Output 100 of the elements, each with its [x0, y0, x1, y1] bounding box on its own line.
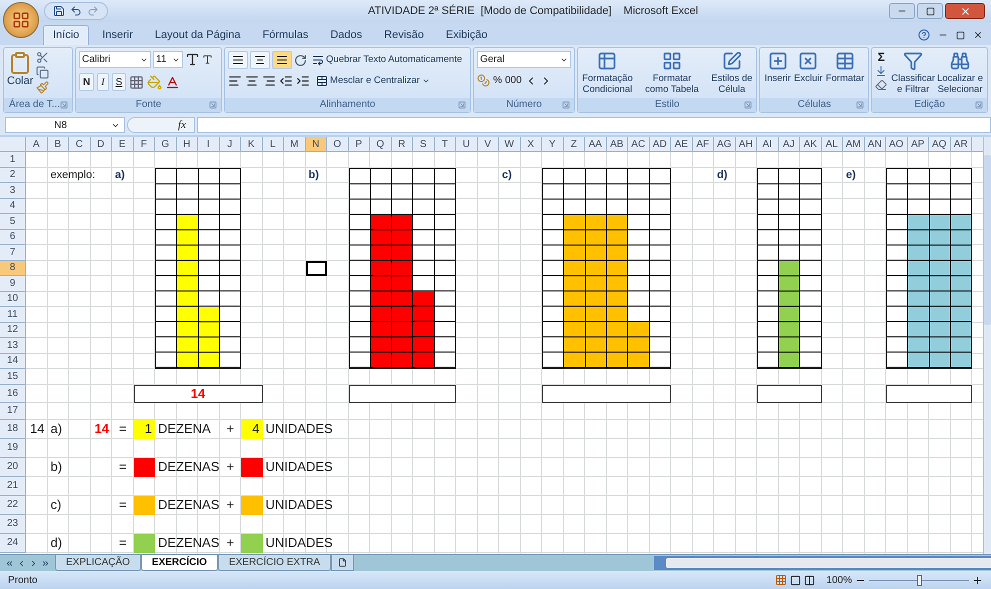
column-header[interactable]: M [284, 137, 306, 152]
page-layout-icon[interactable] [790, 574, 802, 586]
number-format-field[interactable]: Geral [477, 51, 572, 68]
column-header[interactable]: U [456, 137, 478, 152]
column-header[interactable]: AQ [929, 137, 950, 152]
close-icon[interactable] [973, 30, 983, 40]
next-sheet-icon[interactable] [29, 558, 38, 568]
ribbon-button[interactable]: Localizar e Selecionar [936, 51, 984, 98]
sheet-tab[interactable]: EXPLICAÇÃO [55, 555, 141, 571]
row-header[interactable]: 17 [0, 402, 26, 420]
column-header[interactable]: AR [950, 137, 972, 152]
column-header[interactable]: AL [822, 137, 843, 152]
column-header[interactable]: D [90, 137, 112, 152]
column-header[interactable]: AD [650, 137, 671, 152]
shrink-font-icon[interactable] [202, 54, 213, 65]
first-sheet-icon[interactable] [5, 558, 14, 568]
row-header[interactable]: 12 [0, 322, 26, 338]
column-header[interactable]: K [241, 137, 262, 152]
row-header[interactable]: 23 [0, 514, 26, 534]
column-header[interactable]: E [112, 137, 134, 152]
dialog-launcher-icon[interactable] [562, 101, 570, 109]
column-header[interactable]: AG [714, 137, 736, 152]
column-header[interactable]: B [48, 137, 69, 152]
row-header[interactable]: 21 [0, 476, 26, 496]
column-header[interactable]: L [262, 137, 284, 152]
function-button[interactable]: fx [178, 116, 186, 134]
dialog-launcher-icon[interactable] [744, 101, 752, 109]
undo-icon[interactable] [70, 5, 82, 17]
column-header[interactable]: X [520, 137, 542, 152]
align-right-icon[interactable] [262, 74, 276, 88]
vertical-align-button[interactable] [250, 51, 270, 69]
column-header[interactable]: AP [908, 137, 929, 152]
selected-cell[interactable] [306, 260, 327, 276]
column-header[interactable]: H [176, 137, 198, 152]
ribbon-button[interactable]: Formatar como Tabela [644, 51, 700, 98]
percent-button[interactable]: % [493, 73, 502, 88]
column-header[interactable]: R [392, 137, 413, 152]
format-painter-icon[interactable] [36, 81, 50, 94]
ribbon-button[interactable]: Excluir [793, 51, 824, 98]
column-header[interactable]: W [499, 137, 520, 152]
office-button[interactable] [3, 2, 39, 38]
column-header[interactable]: Y [542, 137, 564, 152]
column-header[interactable]: AM [843, 137, 864, 152]
font-name-field[interactable]: Calibri [79, 51, 151, 68]
row-header[interactable]: 10 [0, 292, 26, 307]
sheet-tab[interactable]: EXERCÍCIO [140, 555, 218, 571]
row-header[interactable]: 22 [0, 496, 26, 514]
ribbon-tab[interactable]: Layout da Página [146, 25, 250, 45]
formula-input[interactable] [197, 117, 991, 133]
column-header[interactable]: C [69, 137, 90, 152]
page-break-icon[interactable] [804, 574, 816, 586]
column-header[interactable]: AA [585, 137, 606, 152]
thousands-button[interactable]: 000 [504, 73, 522, 88]
decrease-indent-icon[interactable] [279, 74, 294, 88]
zoom-slider-thumb[interactable] [916, 574, 922, 586]
autosum-button[interactable]: Σ [875, 51, 888, 63]
sheet-tab[interactable]: EXERCÍCIO EXTRA [218, 555, 332, 571]
name-box[interactable]: N8 [5, 117, 125, 133]
row-header[interactable]: 19 [0, 438, 26, 458]
row-header[interactable]: 15 [0, 369, 26, 384]
row-header[interactable]: 20 [0, 458, 26, 476]
horizontal-scrollbar[interactable] [654, 556, 991, 570]
column-header[interactable]: AI [757, 137, 778, 152]
column-header[interactable]: AJ [778, 137, 800, 152]
orientation-icon[interactable] [294, 54, 308, 66]
ribbon-button[interactable]: Classificar e Filtrar [890, 51, 936, 98]
column-header[interactable]: AO [886, 137, 908, 152]
column-header[interactable]: AB [606, 137, 628, 152]
column-header[interactable]: V [478, 137, 499, 152]
row-header[interactable]: 24 [0, 534, 26, 552]
vertical-align-button[interactable] [228, 51, 248, 69]
dialog-launcher-icon[interactable] [209, 101, 218, 109]
paste-button[interactable]: Colar [7, 51, 34, 98]
ribbon-button[interactable]: Formatar [824, 51, 866, 98]
row-header[interactable]: 7 [0, 245, 26, 260]
font-size-field[interactable]: 11 [153, 51, 183, 68]
row-header[interactable]: 14 [0, 354, 26, 369]
column-header[interactable]: P [348, 137, 370, 152]
column-header[interactable]: G [155, 137, 176, 152]
last-sheet-icon[interactable] [41, 558, 50, 568]
row-header[interactable]: 3 [0, 183, 26, 198]
column-header[interactable]: AF [692, 137, 714, 152]
vertical-align-button[interactable] [272, 51, 292, 69]
dialog-launcher-icon[interactable] [856, 101, 864, 109]
column-header[interactable]: A [26, 137, 48, 152]
zoom-slider-track[interactable] [869, 574, 969, 586]
column-header[interactable]: J [220, 137, 241, 152]
fill-color-icon[interactable] [147, 74, 162, 90]
row-header[interactable]: 11 [0, 307, 26, 322]
previous-sheet-icon[interactable] [17, 558, 26, 568]
dialog-launcher-icon[interactable] [975, 101, 984, 109]
ribbon-tab[interactable]: Início [43, 25, 90, 45]
vertical-scrollbar[interactable] [983, 137, 991, 554]
save-icon[interactable] [53, 5, 65, 17]
grow-font-icon[interactable] [185, 52, 200, 67]
column-header[interactable]: F [134, 137, 155, 152]
font-color-icon[interactable] [165, 74, 180, 90]
ribbon-button[interactable]: Estilos de Célula [710, 51, 754, 98]
align-left-icon[interactable] [228, 74, 242, 88]
column-header[interactable]: AE [671, 137, 692, 152]
